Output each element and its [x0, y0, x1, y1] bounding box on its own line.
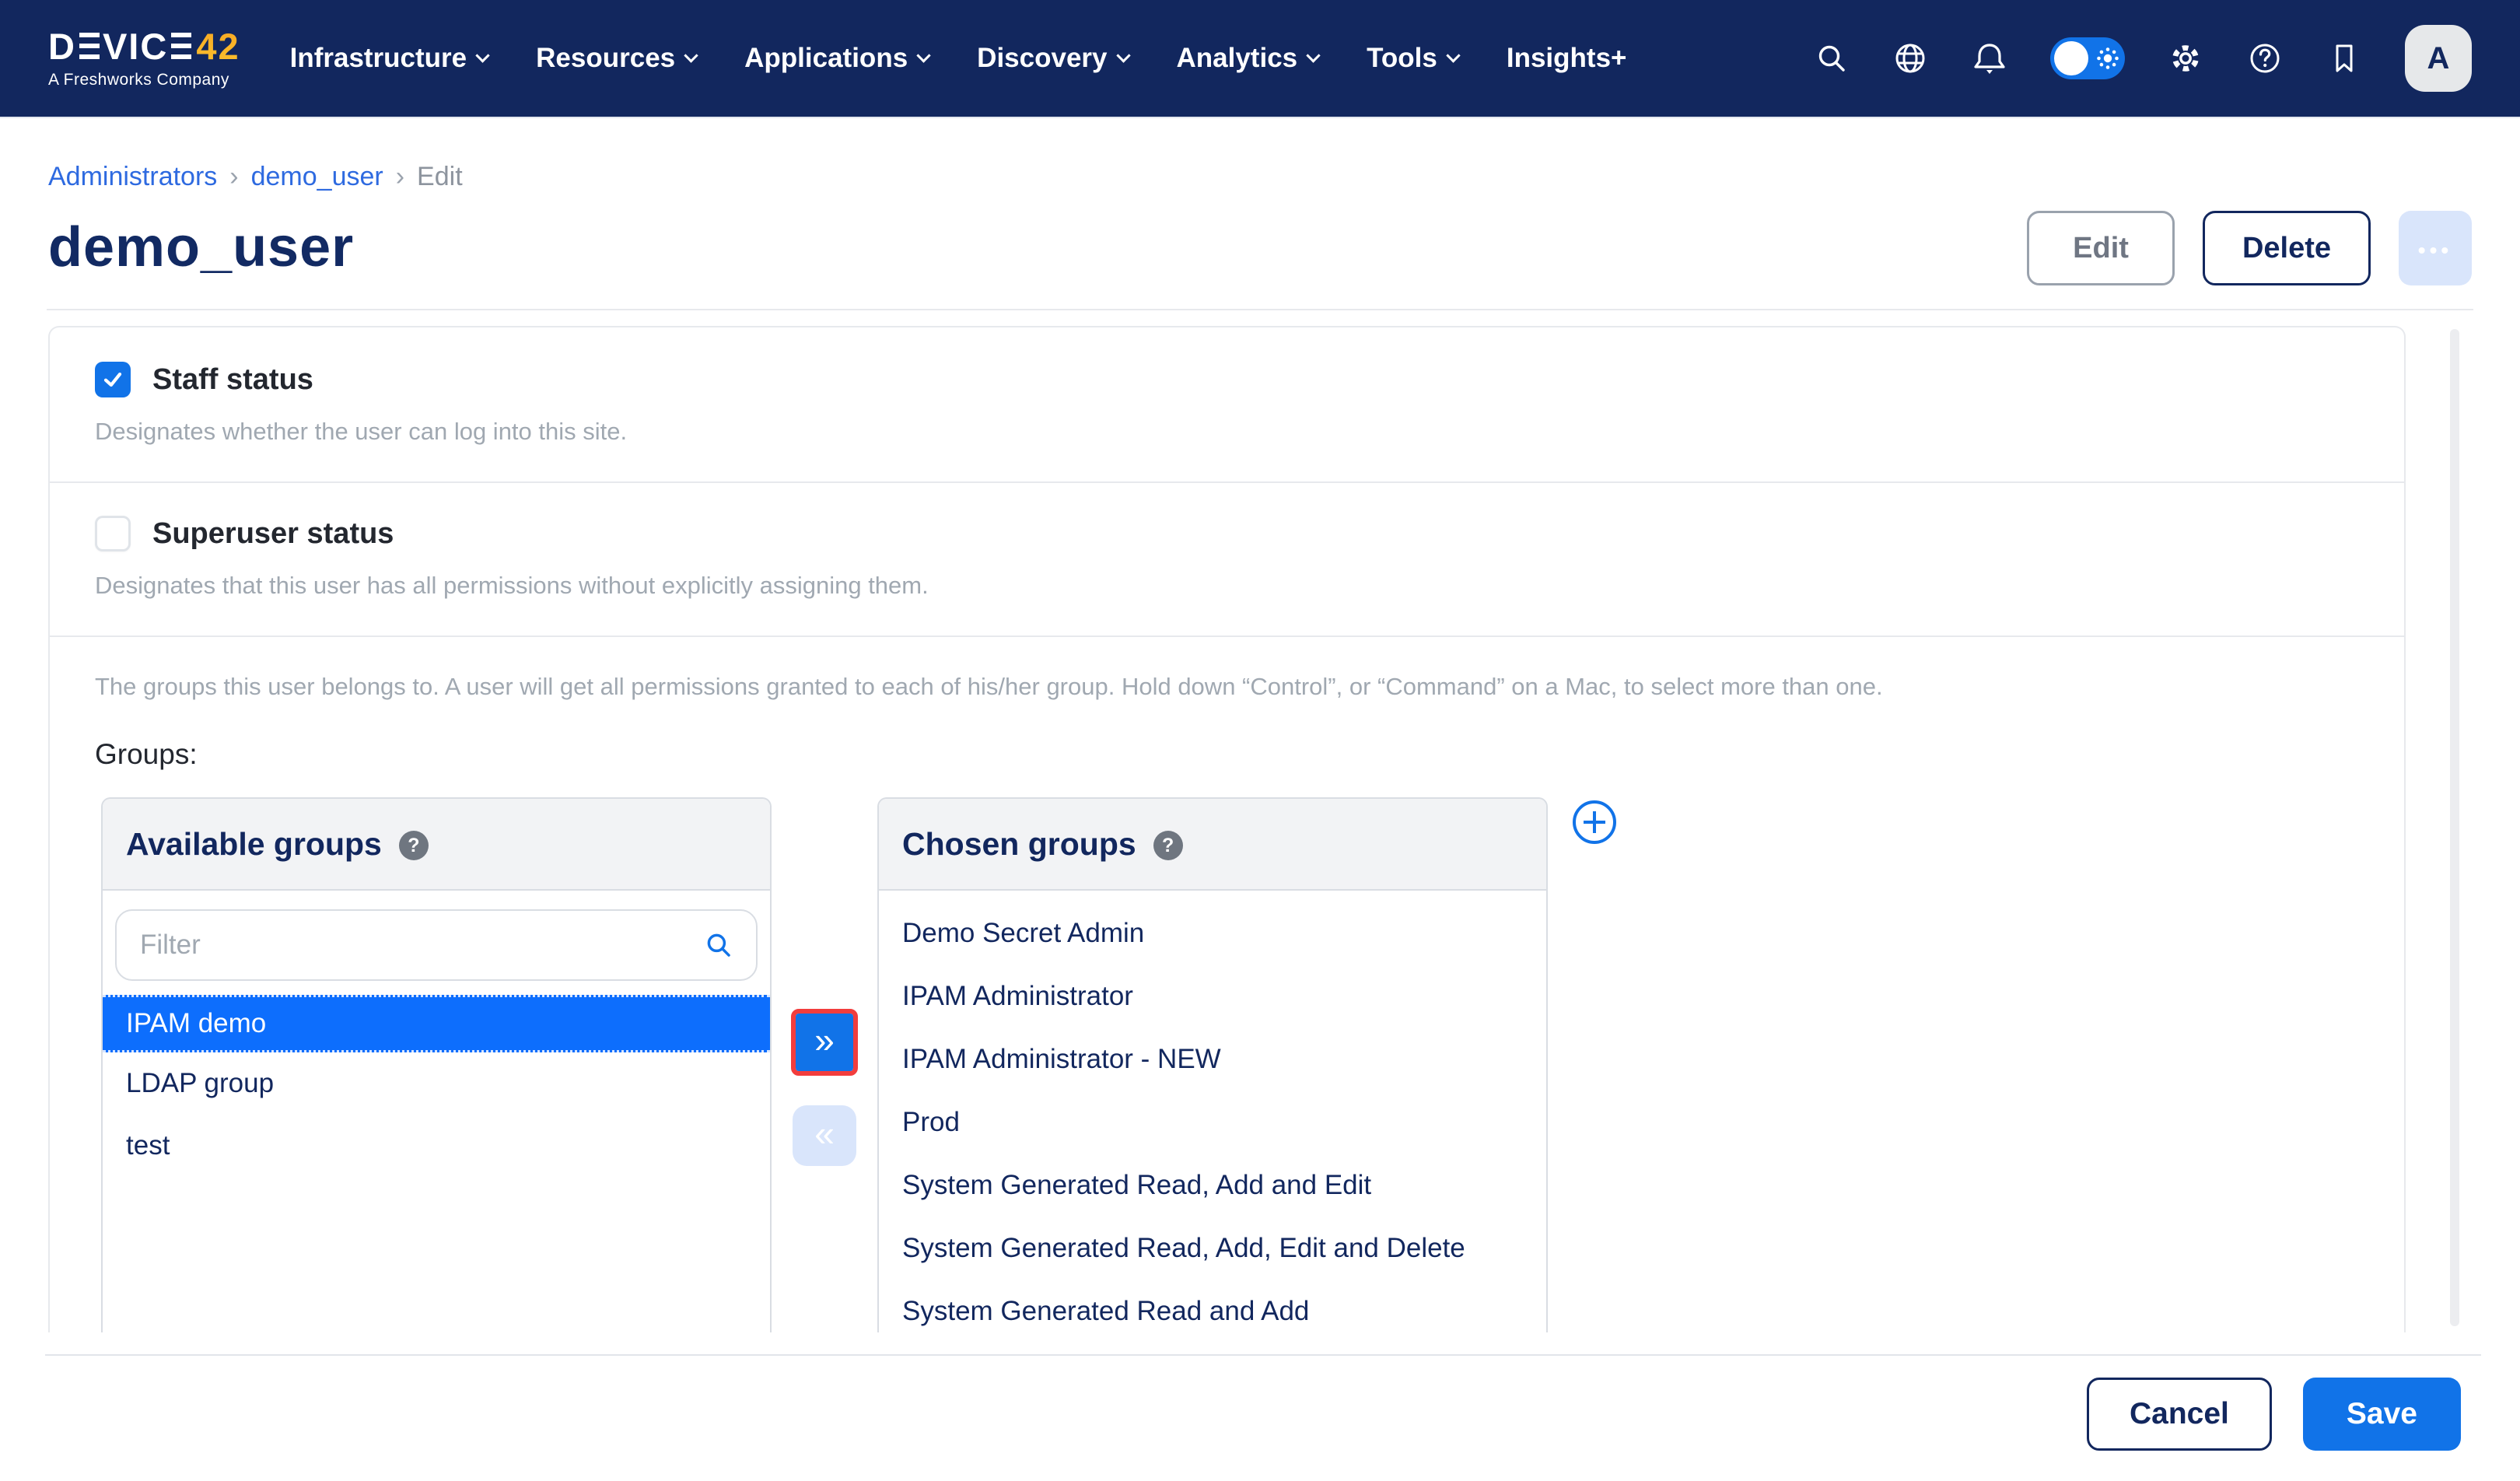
chosen-groups-help-icon[interactable]: ? [1153, 831, 1183, 860]
staff-status-checkbox[interactable] [95, 362, 131, 397]
nav-item-label: Discovery [977, 43, 1107, 74]
breadcrumb: Administrators › demo_user › Edit [48, 162, 2520, 192]
chosen-group-option[interactable]: Prod [879, 1091, 1546, 1154]
edit-button[interactable]: Edit [2027, 211, 2175, 285]
search-icon[interactable] [1814, 40, 1850, 76]
logo-subtitle: A Freshworks Company [48, 71, 240, 89]
chosen-group-option[interactable]: System Generated Read, Add and Edit [879, 1154, 1546, 1217]
nav-item[interactable]: Applications [744, 43, 929, 74]
groups-dual-listbox: Available groups ? IPAM demo LDAP group [101, 797, 2359, 1332]
filter-input[interactable] [138, 929, 703, 961]
chosen-groups-panel: Chosen groups ? Demo Secret Admin IPAM A… [877, 797, 1548, 1332]
nav-item[interactable]: Insights+ [1507, 43, 1627, 74]
vertical-scrollbar[interactable] [2450, 329, 2459, 1326]
nav-item[interactable]: Infrastructure [290, 43, 488, 74]
chevron-down-icon [684, 48, 698, 62]
nav-item[interactable]: Resources [536, 43, 696, 74]
logo-wordmark: D VIC 42 [48, 28, 240, 65]
chosen-group-option[interactable]: System Generated Read and Add [879, 1280, 1546, 1332]
breadcrumb-item: › [229, 162, 238, 192]
highlight-box: » [791, 1009, 858, 1076]
available-groups-list: IPAM demo LDAP group test [103, 995, 770, 1177]
nav-item-label: Tools [1367, 43, 1437, 74]
available-groups-help-icon[interactable]: ? [399, 831, 429, 860]
nav-item-label: Infrastructure [290, 43, 467, 74]
nav-item-label: Analytics [1177, 43, 1298, 74]
staff-status-help: Designates whether the user can log into… [95, 418, 2359, 446]
superuser-status-row: Superuser status [95, 483, 2359, 551]
mover-buttons: » « [772, 797, 877, 1166]
more-actions-button[interactable]: ••• [2399, 211, 2472, 285]
chosen-group-option[interactable]: System Generated Read, Add, Edit and Del… [879, 1217, 1546, 1280]
user-form-card: Staff status Designates whether the user… [48, 326, 2406, 1332]
nav-item-label: Applications [744, 43, 908, 74]
nav-item[interactable]: Tools [1367, 43, 1458, 74]
chosen-groups-list: Demo Secret Admin IPAM Administrator IPA… [879, 902, 1546, 1332]
superuser-status-help: Designates that this user has all permis… [95, 572, 2359, 600]
staff-status-row: Staff status [95, 327, 2359, 397]
chevron-down-icon [475, 48, 489, 62]
superuser-status-checkbox[interactable] [95, 516, 131, 551]
staff-status-label: Staff status [152, 363, 313, 397]
section-divider [50, 635, 2404, 637]
available-groups-panel: Available groups ? IPAM demo LDAP group [101, 797, 772, 1332]
breadcrumb-item: › [396, 162, 404, 192]
groups-help-text: The groups this user belongs to. A user … [95, 673, 2359, 701]
chosen-groups-title: Chosen groups [902, 826, 1136, 863]
chevron-down-icon [1446, 48, 1460, 62]
cancel-button[interactable]: Cancel [2087, 1378, 2272, 1451]
move-to-chosen-button[interactable]: » [796, 1014, 853, 1071]
superuser-status-label: Superuser status [152, 517, 394, 551]
sun-icon [2095, 46, 2120, 75]
footer-action-bar: Cancel Save [0, 1356, 2520, 1472]
available-groups-title: Available groups [126, 826, 382, 863]
logo-letter: D [48, 28, 76, 65]
globe-icon[interactable] [1892, 40, 1929, 77]
breadcrumb-item[interactable]: Edit [417, 162, 463, 192]
notifications-bell-icon[interactable] [1971, 40, 2008, 77]
form-scroll-region: Staff status Designates whether the user… [0, 310, 2520, 1332]
filter-search-icon [703, 930, 734, 961]
theme-toggle[interactable] [2050, 37, 2125, 79]
chosen-group-option[interactable]: IPAM Administrator - NEW [879, 1028, 1546, 1091]
logo-letters: VIC [103, 28, 168, 65]
available-group-option[interactable]: LDAP group [103, 1052, 770, 1115]
page-actions: Edit Delete ••• [2027, 211, 2472, 285]
chosen-group-option[interactable]: IPAM Administrator [879, 965, 1546, 1028]
delete-button[interactable]: Delete [2203, 211, 2371, 285]
device42-logo[interactable]: D VIC 42 A Freshworks Company [48, 28, 240, 89]
settings-gear-icon[interactable] [2167, 40, 2204, 77]
available-group-option[interactable]: test [103, 1115, 770, 1177]
main-nav: Infrastructure Resources Applications Di… [290, 43, 1627, 74]
nav-item[interactable]: Analytics [1177, 43, 1319, 74]
toggle-knob [2054, 41, 2088, 75]
logo-42: 42 [196, 28, 240, 65]
available-group-option[interactable]: IPAM demo [103, 995, 770, 1052]
chevron-down-icon [1116, 48, 1130, 62]
help-icon[interactable] [2246, 40, 2284, 77]
available-groups-filter [115, 909, 758, 981]
groups-label: Groups: [95, 738, 2359, 771]
page-head: demo_user Edit Delete ••• [48, 211, 2472, 285]
chevron-down-icon [1306, 48, 1320, 62]
chosen-group-option[interactable]: Demo Secret Admin [879, 902, 1546, 965]
nav-item[interactable]: Discovery [977, 43, 1128, 74]
save-button[interactable]: Save [2303, 1378, 2461, 1451]
user-avatar[interactable]: A [2405, 25, 2472, 92]
logo-e-bars-icon [171, 33, 191, 59]
nav-item-label: Resources [536, 43, 675, 74]
logo-e-bars-icon [79, 33, 100, 59]
page-title: demo_user [48, 217, 354, 278]
navbar-actions: A [1814, 25, 2472, 92]
chevron-down-icon [916, 48, 930, 62]
available-groups-header: Available groups ? [103, 799, 770, 891]
add-group-icon[interactable] [1573, 800, 1616, 844]
bookmark-icon[interactable] [2326, 40, 2363, 77]
breadcrumb-item[interactable]: Administrators [48, 162, 217, 192]
breadcrumb-item[interactable]: demo_user [251, 162, 383, 192]
nav-item-label: Insights+ [1507, 43, 1627, 74]
move-to-available-button[interactable]: « [793, 1105, 856, 1166]
top-navbar: D VIC 42 A Freshworks Company Infrastructu… [0, 0, 2520, 118]
chosen-groups-header: Chosen groups ? [879, 799, 1546, 891]
